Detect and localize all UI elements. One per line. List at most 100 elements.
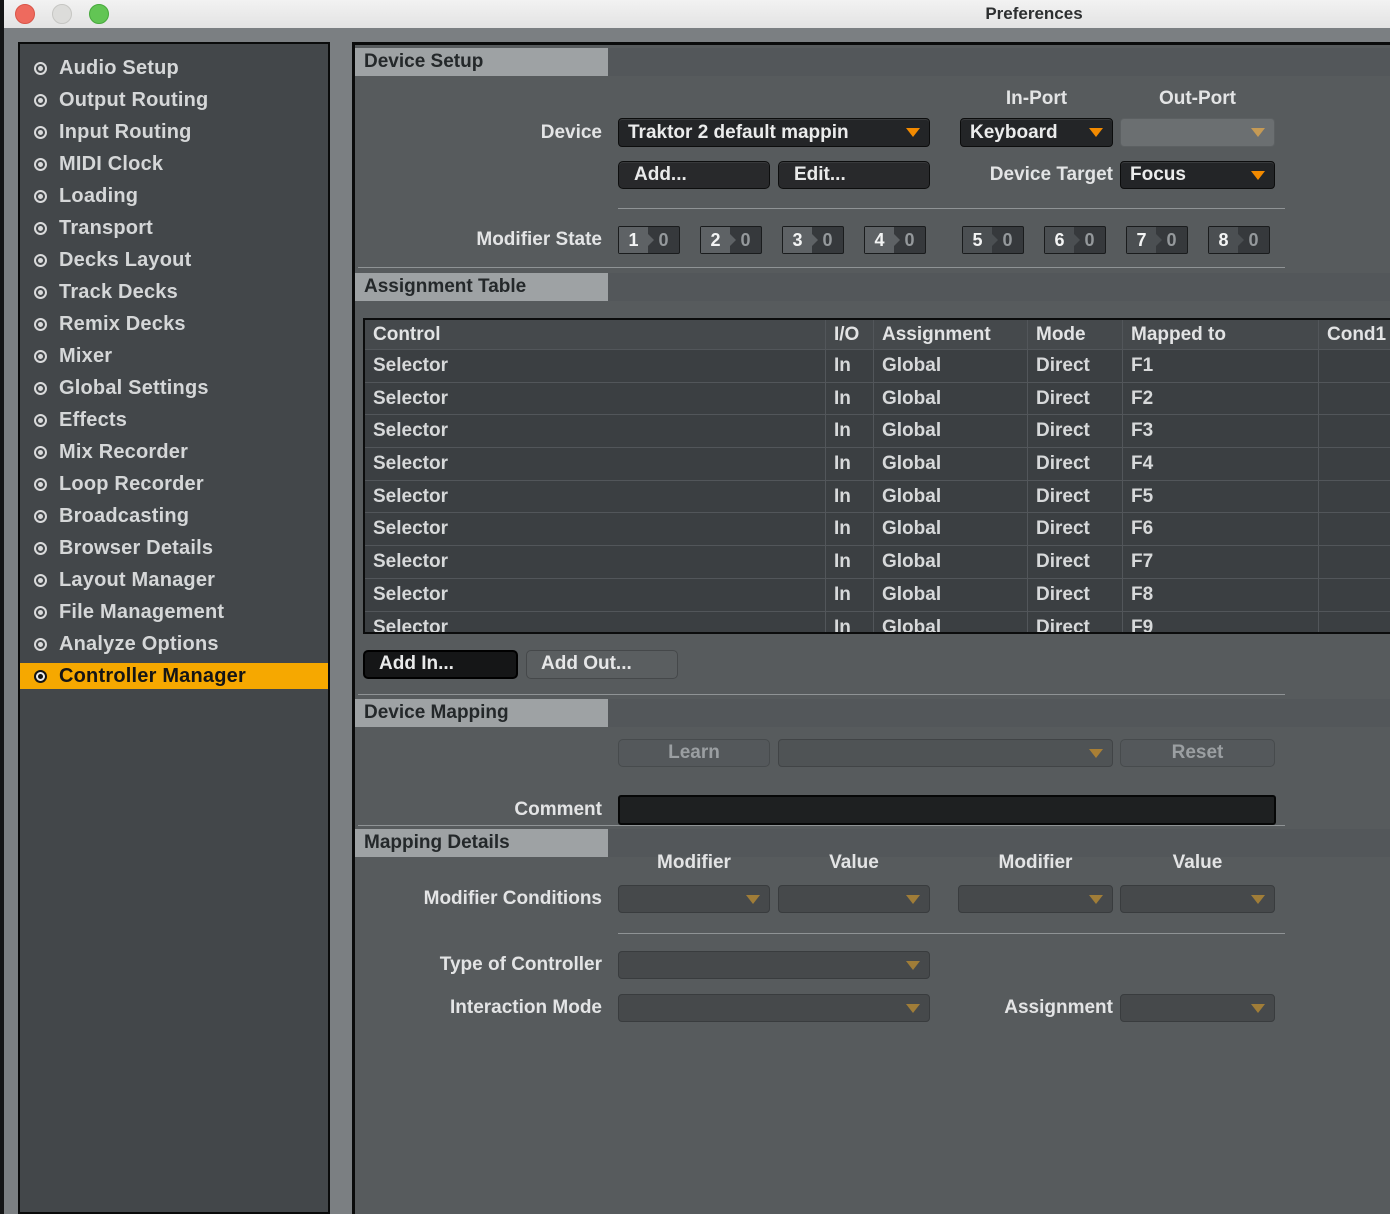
- radio-icon: [34, 62, 47, 75]
- table-row[interactable]: SelectorInGlobalDirectF9: [365, 611, 1390, 635]
- table-row[interactable]: SelectorInGlobalDirectF2: [365, 382, 1390, 415]
- sidebar-item-track-decks[interactable]: Track Decks: [20, 279, 328, 305]
- chevron-down-icon: [746, 895, 760, 904]
- modifier-state-4[interactable]: 40: [864, 226, 926, 254]
- table-cell: In: [826, 513, 874, 545]
- in-port-label: In-Port: [960, 86, 1113, 112]
- table-header-row: ControlI/OAssignmentModeMapped toCond1: [365, 320, 1390, 349]
- table-row[interactable]: SelectorInGlobalDirectF3: [365, 414, 1390, 447]
- table-cell: Selector: [365, 383, 826, 415]
- sidebar-item-remix-decks[interactable]: Remix Decks: [20, 311, 328, 337]
- table-row[interactable]: SelectorInGlobalDirectF1: [365, 349, 1390, 382]
- add-out-button[interactable]: Add Out...: [526, 650, 678, 679]
- modifier-state-row: 10 20 30 40 50 60 70 80: [618, 226, 1290, 254]
- table-row[interactable]: SelectorInGlobalDirectF6: [365, 512, 1390, 545]
- radio-icon: [34, 254, 47, 267]
- radio-icon: [34, 574, 47, 587]
- sidebar-item-midi-clock[interactable]: MIDI Clock: [20, 151, 328, 177]
- table-cell: In: [826, 546, 874, 578]
- table-cell: F6: [1123, 513, 1319, 545]
- table-row[interactable]: SelectorInGlobalDirectF5: [365, 480, 1390, 513]
- section-header-assignment-table: Assignment Table: [355, 273, 608, 301]
- traffic-lights: [15, 4, 109, 24]
- chevron-down-icon: [906, 961, 920, 970]
- table-cell: Global: [874, 448, 1028, 480]
- table-cell: F8: [1123, 579, 1319, 611]
- sidebar-item-loading[interactable]: Loading: [20, 183, 328, 209]
- titlebar: Preferences: [4, 0, 1390, 29]
- table-row[interactable]: SelectorInGlobalDirectF4: [365, 447, 1390, 480]
- in-port-dropdown[interactable]: Keyboard: [960, 118, 1113, 147]
- sidebar-item-broadcasting[interactable]: Broadcasting: [20, 503, 328, 529]
- device-dropdown[interactable]: Traktor 2 default mappin: [618, 118, 930, 147]
- close-button-icon[interactable]: [15, 4, 35, 24]
- device-target-label: Device Target: [920, 161, 1113, 189]
- modifier-state-3[interactable]: 30: [782, 226, 844, 254]
- table-cell: F9: [1123, 612, 1319, 635]
- table-row[interactable]: SelectorInGlobalDirectF7: [365, 545, 1390, 578]
- modifier-number: 2: [701, 227, 730, 253]
- sidebar-item-controller-manager[interactable]: Controller Manager: [20, 663, 328, 689]
- sidebar-item-mix-recorder[interactable]: Mix Recorder: [20, 439, 328, 465]
- condition-modifier-label: Modifier: [958, 850, 1113, 876]
- modifier-state-8[interactable]: 80: [1208, 226, 1270, 254]
- column-header: I/O: [826, 320, 874, 349]
- sidebar-item-decks-layout[interactable]: Decks Layout: [20, 247, 328, 273]
- sidebar-item-output-routing[interactable]: Output Routing: [20, 87, 328, 113]
- sidebar-item-mixer[interactable]: Mixer: [20, 343, 328, 369]
- sidebar-item-loop-recorder[interactable]: Loop Recorder: [20, 471, 328, 497]
- radio-icon: [34, 126, 47, 139]
- zoom-button-icon[interactable]: [89, 4, 109, 24]
- device-target-dropdown[interactable]: Focus: [1120, 161, 1275, 189]
- minimize-button-icon[interactable]: [52, 4, 72, 24]
- sidebar-item-browser-details[interactable]: Browser Details: [20, 535, 328, 561]
- modifier-number: 8: [1209, 227, 1238, 253]
- sidebar-item-file-management[interactable]: File Management: [20, 599, 328, 625]
- add-in-button[interactable]: Add In...: [363, 650, 518, 679]
- modifier-state-7[interactable]: 70: [1126, 226, 1188, 254]
- assignment-table: ControlI/OAssignmentModeMapped toCond1Se…: [363, 318, 1390, 634]
- table-cell: F2: [1123, 383, 1319, 415]
- radio-icon: [34, 222, 47, 235]
- assignment-dropdown: [1120, 994, 1275, 1022]
- table-cell: Direct: [1028, 383, 1123, 415]
- add-device-button[interactable]: Add...: [618, 161, 770, 189]
- separator: [618, 933, 1285, 934]
- sidebar-item-layout-manager[interactable]: Layout Manager: [20, 567, 328, 593]
- modifier-state-5[interactable]: 50: [962, 226, 1024, 254]
- modifier-number: 5: [963, 227, 992, 253]
- table-cell: In: [826, 350, 874, 382]
- chevron-down-icon: [1089, 749, 1103, 758]
- comment-input[interactable]: [618, 795, 1276, 825]
- radio-icon: [34, 606, 47, 619]
- table-cell: Direct: [1028, 579, 1123, 611]
- table-cell: Direct: [1028, 350, 1123, 382]
- table-cell: In: [826, 415, 874, 447]
- edit-device-button[interactable]: Edit...: [778, 161, 930, 189]
- table-row[interactable]: SelectorInGlobalDirectF8: [365, 578, 1390, 611]
- modifier-state-6[interactable]: 60: [1044, 226, 1106, 254]
- sidebar-item-label: Controller Manager: [59, 665, 246, 688]
- interaction-mode-dropdown: [618, 994, 930, 1022]
- sidebar-item-effects[interactable]: Effects: [20, 407, 328, 433]
- table-cell: [1319, 612, 1390, 635]
- table-cell: [1319, 415, 1390, 447]
- sidebar-item-transport[interactable]: Transport: [20, 215, 328, 241]
- sidebar-item-input-routing[interactable]: Input Routing: [20, 119, 328, 145]
- table-cell: In: [826, 448, 874, 480]
- sidebar-item-global-settings[interactable]: Global Settings: [20, 375, 328, 401]
- modifier-state-1[interactable]: 10: [618, 226, 680, 254]
- mapping-select-dropdown: [778, 739, 1113, 767]
- table-cell: [1319, 383, 1390, 415]
- radio-icon: [34, 286, 47, 299]
- table-cell: [1319, 513, 1390, 545]
- modifier-state-2[interactable]: 20: [700, 226, 762, 254]
- sidebar-item-audio-setup[interactable]: Audio Setup: [20, 55, 328, 81]
- condition-value-dropdown: [778, 885, 930, 913]
- table-cell: Global: [874, 513, 1028, 545]
- sidebar-item-analyze-options[interactable]: Analyze Options: [20, 631, 328, 657]
- radio-icon: [34, 638, 47, 651]
- table-cell: Global: [874, 415, 1028, 447]
- sidebar-item-label: Loop Recorder: [59, 473, 204, 496]
- assignment-label: Assignment: [930, 994, 1113, 1022]
